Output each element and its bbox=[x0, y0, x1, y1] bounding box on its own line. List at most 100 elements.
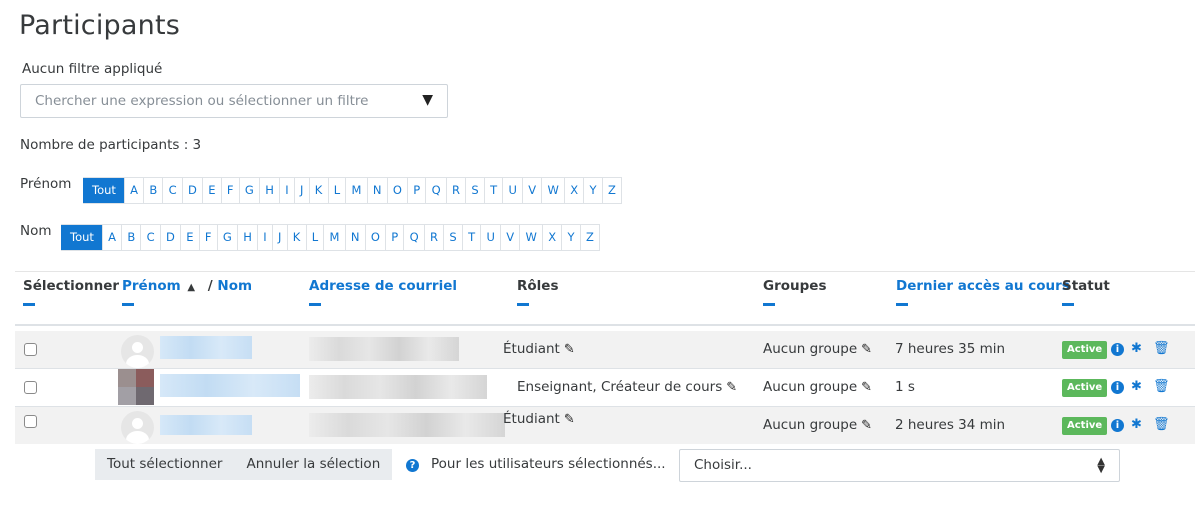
lastname-initial-i[interactable]: I bbox=[257, 225, 272, 250]
firstname-initial-w[interactable]: W bbox=[541, 178, 564, 203]
filter-dropdown-caret-icon[interactable]: ▼ bbox=[422, 92, 433, 108]
avatar[interactable] bbox=[118, 369, 154, 405]
avatar[interactable] bbox=[121, 335, 154, 368]
header-select-collapse[interactable] bbox=[23, 303, 35, 306]
firstname-initial-u[interactable]: U bbox=[502, 178, 522, 203]
trash-icon[interactable]: 🗑 bbox=[1153, 416, 1170, 434]
gear-icon[interactable]: ✱ bbox=[1131, 416, 1142, 434]
firstname-initial-a[interactable]: A bbox=[123, 178, 143, 203]
firstname-initial-i[interactable]: I bbox=[279, 178, 294, 203]
deselect-all-button[interactable]: Annuler la sélection bbox=[234, 449, 392, 480]
firstname-initial-x[interactable]: X bbox=[564, 178, 583, 203]
lastname-initial-r[interactable]: R bbox=[423, 225, 443, 250]
lastname-initial-k[interactable]: K bbox=[286, 225, 306, 250]
lastname-initial-c[interactable]: C bbox=[140, 225, 159, 250]
firstname-initial-z[interactable]: Z bbox=[601, 178, 621, 203]
gear-icon[interactable]: ✱ bbox=[1131, 378, 1142, 396]
firstname-initial-t[interactable]: T bbox=[483, 178, 502, 203]
row-select-checkbox[interactable] bbox=[24, 415, 37, 428]
user-fullname-link[interactable] bbox=[160, 374, 300, 397]
firstname-initial-l[interactable]: L bbox=[327, 178, 346, 203]
lastname-initial-x[interactable]: X bbox=[542, 225, 561, 250]
firstname-initial-d[interactable]: D bbox=[181, 178, 202, 203]
trash-icon[interactable]: 🗑 bbox=[1153, 378, 1170, 396]
firstname-initial-y[interactable]: Y bbox=[583, 178, 601, 203]
firstname-initial-all[interactable]: Tout bbox=[83, 178, 124, 203]
select-all-button[interactable]: Tout sélectionner bbox=[95, 449, 234, 480]
status-badge: Active bbox=[1062, 341, 1108, 359]
lastname-initial-q[interactable]: Q bbox=[403, 225, 423, 250]
lastname-initial-p[interactable]: P bbox=[385, 225, 403, 250]
last-access-cell: 1 s bbox=[895, 379, 915, 395]
firstname-initial-h[interactable]: H bbox=[259, 178, 279, 203]
firstname-initial-j[interactable]: J bbox=[293, 178, 309, 203]
lastname-initial-all[interactable]: Tout bbox=[61, 225, 102, 250]
lastname-initial-h[interactable]: H bbox=[237, 225, 257, 250]
lastname-initial-w[interactable]: W bbox=[519, 225, 542, 250]
firstname-initial-r[interactable]: R bbox=[445, 178, 465, 203]
firstname-initial-f[interactable]: F bbox=[220, 178, 239, 203]
header-groups-collapse[interactable] bbox=[763, 303, 775, 306]
firstname-initial-k[interactable]: K bbox=[308, 178, 328, 203]
pencil-icon[interactable]: ✎ bbox=[861, 418, 872, 433]
lastname-initial-f[interactable]: F bbox=[198, 225, 217, 250]
firstname-initial-b[interactable]: B bbox=[143, 178, 162, 203]
firstname-initial-v[interactable]: V bbox=[522, 178, 541, 203]
firstname-initials-label: Prénom bbox=[20, 176, 72, 192]
header-roles-collapse[interactable] bbox=[517, 303, 529, 306]
user-fullname-link[interactable] bbox=[160, 415, 252, 435]
lastname-initial-e[interactable]: E bbox=[180, 225, 199, 250]
trash-icon[interactable]: 🗑 bbox=[1153, 340, 1170, 358]
header-firstname-sort[interactable]: Prénom bbox=[122, 278, 181, 294]
header-email-sort[interactable]: Adresse de courriel bbox=[309, 278, 457, 294]
pencil-icon[interactable]: ✎ bbox=[564, 342, 575, 357]
firstname-initial-s[interactable]: S bbox=[465, 178, 484, 203]
lastname-initial-m[interactable]: M bbox=[323, 225, 344, 250]
lastname-initial-t[interactable]: T bbox=[461, 225, 480, 250]
user-fullname-link[interactable] bbox=[160, 336, 252, 359]
header-last-access-collapse[interactable] bbox=[896, 303, 908, 306]
bulk-action-select[interactable]: Choisir... ▲ ▼ bbox=[679, 449, 1120, 482]
header-last-access-sort[interactable]: Dernier accès au cours bbox=[896, 278, 1070, 294]
info-icon[interactable]: i bbox=[1111, 381, 1124, 394]
lastname-initial-n[interactable]: N bbox=[344, 225, 365, 250]
help-icon[interactable]: ? bbox=[406, 459, 419, 472]
info-icon[interactable]: i bbox=[1111, 419, 1124, 432]
firstname-initial-c[interactable]: C bbox=[162, 178, 181, 203]
row-select-checkbox[interactable] bbox=[24, 343, 37, 356]
firstname-initial-p[interactable]: P bbox=[407, 178, 425, 203]
firstname-initial-e[interactable]: E bbox=[202, 178, 221, 203]
lastname-initial-d[interactable]: D bbox=[159, 225, 180, 250]
info-icon[interactable]: i bbox=[1111, 343, 1124, 356]
firstname-initial-g[interactable]: G bbox=[238, 178, 259, 203]
filter-search-input[interactable] bbox=[33, 85, 413, 117]
firstname-initial-o[interactable]: O bbox=[386, 178, 407, 203]
lastname-initial-g[interactable]: G bbox=[216, 225, 237, 250]
pencil-icon[interactable]: ✎ bbox=[861, 380, 872, 395]
firstname-initial-m[interactable]: M bbox=[345, 178, 366, 203]
lastname-initial-s[interactable]: S bbox=[443, 225, 462, 250]
lastname-initial-j[interactable]: J bbox=[271, 225, 287, 250]
firstname-initial-q[interactable]: Q bbox=[425, 178, 445, 203]
pencil-icon[interactable]: ✎ bbox=[726, 380, 737, 395]
lastname-initial-v[interactable]: V bbox=[500, 225, 519, 250]
role-cell: Étudiant ✎ bbox=[503, 411, 575, 427]
filter-search-box[interactable]: ▼ bbox=[20, 84, 448, 118]
lastname-initial-z[interactable]: Z bbox=[579, 225, 599, 250]
lastname-initial-o[interactable]: O bbox=[364, 225, 385, 250]
firstname-initial-n[interactable]: N bbox=[366, 178, 387, 203]
gear-icon[interactable]: ✱ bbox=[1131, 340, 1142, 358]
row-select-checkbox[interactable] bbox=[24, 381, 37, 394]
pencil-icon[interactable]: ✎ bbox=[861, 342, 872, 357]
lastname-initial-a[interactable]: A bbox=[101, 225, 121, 250]
lastname-initial-l[interactable]: L bbox=[305, 225, 324, 250]
header-email-collapse[interactable] bbox=[309, 303, 321, 306]
lastname-initial-b[interactable]: B bbox=[121, 225, 140, 250]
header-status-collapse[interactable] bbox=[1062, 303, 1074, 306]
lastname-initial-u[interactable]: U bbox=[480, 225, 500, 250]
avatar[interactable] bbox=[121, 411, 154, 444]
pencil-icon[interactable]: ✎ bbox=[564, 412, 575, 427]
header-lastname-sort[interactable]: Nom bbox=[217, 278, 252, 294]
lastname-initial-y[interactable]: Y bbox=[561, 225, 579, 250]
header-name-collapse[interactable] bbox=[122, 303, 134, 306]
